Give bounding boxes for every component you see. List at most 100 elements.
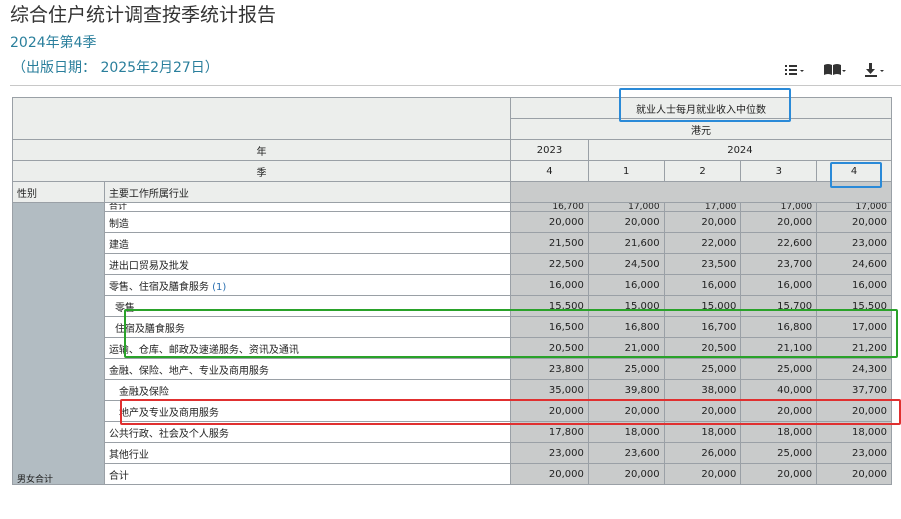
table-cell: 23,000 — [816, 232, 892, 254]
table-cell: 16,000 — [510, 274, 589, 296]
table-cell: 23,700 — [740, 253, 818, 275]
table-cell: 17,000 — [663, 202, 742, 212]
quarter-label: 季 — [12, 160, 512, 182]
sex-group-label: 男女合计 — [17, 475, 54, 485]
table-cell: 18,000 — [587, 421, 665, 443]
table-cell: 17,000 — [740, 202, 818, 212]
book-icon — [824, 64, 846, 75]
table-cell: 24,500 — [587, 253, 665, 275]
table-cell: 25,000 — [740, 442, 818, 464]
row-label: 制造 — [103, 211, 512, 233]
download-icon — [865, 63, 884, 77]
quarter-header: 3 — [740, 160, 818, 182]
dim-spacer — [510, 181, 892, 203]
table-cell: 18,000 — [663, 421, 742, 443]
table-cell: 18,000 — [740, 421, 818, 443]
table-cell: 20,000 — [816, 463, 892, 485]
table-row: 金融、保险、地产、专业及商用服务 23,800 25,000 25,000 25… — [13, 358, 892, 380]
quarter-header: 4 — [816, 160, 892, 182]
table-cell: 20,000 — [587, 463, 665, 485]
year-label: 年 — [12, 139, 512, 161]
book-button[interactable] — [821, 60, 847, 80]
unit-header: 港元 — [510, 118, 892, 140]
table-cell: 16,000 — [663, 274, 742, 296]
row-label: 金融及保险 — [103, 379, 512, 401]
table-cell: 16,000 — [816, 274, 892, 296]
measure-header: 就业人士每月就业收入中位数 — [510, 97, 892, 119]
report-period: 2024年第4季 — [10, 35, 97, 51]
table-cell: 20,000 — [816, 400, 892, 422]
quarter-header: 4 — [510, 160, 589, 182]
year-2024: 2024 — [587, 139, 892, 161]
table-cell: 18,000 — [816, 421, 892, 443]
table-cell: 16,800 — [740, 316, 818, 338]
table-cell: 20,000 — [587, 400, 665, 422]
row-label: 公共行政、社会及个人服务 — [103, 421, 512, 443]
table-cell: 21,200 — [816, 337, 892, 359]
year-2023: 2023 — [510, 139, 589, 161]
table-cell: 21,000 — [587, 337, 665, 359]
table-row: 地产及专业及商用服务 20,000 20,000 20,000 20,000 2… — [13, 400, 892, 422]
table-cell: 15,500 — [510, 295, 589, 317]
row-label: 其他行业 — [103, 442, 512, 464]
table-cell: 24,600 — [816, 253, 892, 275]
table-cell: 20,000 — [663, 211, 742, 233]
dim-industry: 主要工作所属行业 — [103, 181, 512, 203]
sex-group: 男女合计 — [12, 202, 105, 485]
table-cell: 39,800 — [587, 379, 665, 401]
table-cell: 23,500 — [663, 253, 742, 275]
table-cell: 16,000 — [587, 274, 665, 296]
row-label: 进出口贸易及批发 — [103, 253, 512, 275]
table-cell: 26,000 — [663, 442, 742, 464]
list-menu-button[interactable] — [781, 60, 807, 80]
table-cell: 20,000 — [510, 211, 589, 233]
table-cell: 16,000 — [740, 274, 818, 296]
income-table: 就业人士每月就业收入中位数 港元 年 2023 2024 季 4 1 2 3 4… — [12, 97, 892, 485]
table-cell: 20,000 — [740, 463, 818, 485]
table-row: 合计 20,000 20,000 20,000 20,000 20,000 — [13, 463, 892, 485]
row-label: 运输、仓库、邮政及速递服务、资讯及通讯 — [103, 337, 512, 359]
table-cell: 23,000 — [510, 442, 589, 464]
row-label: 零售 — [103, 295, 512, 317]
table-cell: 17,000 — [816, 202, 892, 212]
quarter-header: 2 — [663, 160, 742, 182]
download-button[interactable] — [861, 60, 887, 80]
table-cell: 20,000 — [510, 400, 589, 422]
corner-cell — [12, 97, 512, 140]
table-cell: 17,000 — [587, 202, 665, 212]
table-cell: 20,000 — [587, 211, 665, 233]
table-row: 建造 21,500 21,600 22,000 22,600 23,000 — [13, 232, 892, 254]
table-cell: 35,000 — [510, 379, 589, 401]
table-cell: 16,500 — [510, 316, 589, 338]
table-cell: 21,500 — [510, 232, 589, 254]
table-cell: 20,500 — [510, 337, 589, 359]
table-cell: 37,700 — [816, 379, 892, 401]
table-cell: 15,000 — [587, 295, 665, 317]
row-label: 合计 — [103, 202, 512, 212]
table-cell: 15,500 — [816, 295, 892, 317]
table-cell: 16,700 — [510, 202, 589, 212]
table-cell: 22,500 — [510, 253, 589, 275]
table-cell: 25,000 — [587, 358, 665, 380]
table-cell: 23,800 — [510, 358, 589, 380]
toolbar — [781, 60, 901, 82]
table-cell: 25,000 — [740, 358, 818, 380]
table-cell: 20,000 — [663, 463, 742, 485]
report-title: 综合住户统计调查按季统计报告 — [10, 4, 277, 26]
row-label: 住宿及膳食服务 — [103, 316, 512, 338]
table-cell: 22,000 — [663, 232, 742, 254]
table-row: 零售 15,500 15,000 15,000 15,700 15,500 — [13, 295, 892, 317]
footnote-link[interactable]: (1) — [212, 282, 226, 293]
header-divider — [10, 85, 901, 86]
table-cell: 17,000 — [816, 316, 892, 338]
income-table-container[interactable]: 就业人士每月就业收入中位数 港元 年 2023 2024 季 4 1 2 3 4… — [12, 97, 892, 515]
row-label: 合计 — [103, 463, 512, 485]
table-cell: 15,700 — [740, 295, 818, 317]
table-cell: 40,000 — [740, 379, 818, 401]
table-cell: 25,000 — [663, 358, 742, 380]
table-cell: 38,000 — [663, 379, 742, 401]
table-row: 零售、住宿及膳食服务 (1) 16,000 16,000 16,000 16,0… — [13, 274, 892, 296]
table-cell: 21,600 — [587, 232, 665, 254]
list-menu-icon — [785, 65, 804, 75]
table-cell: 20,000 — [510, 463, 589, 485]
